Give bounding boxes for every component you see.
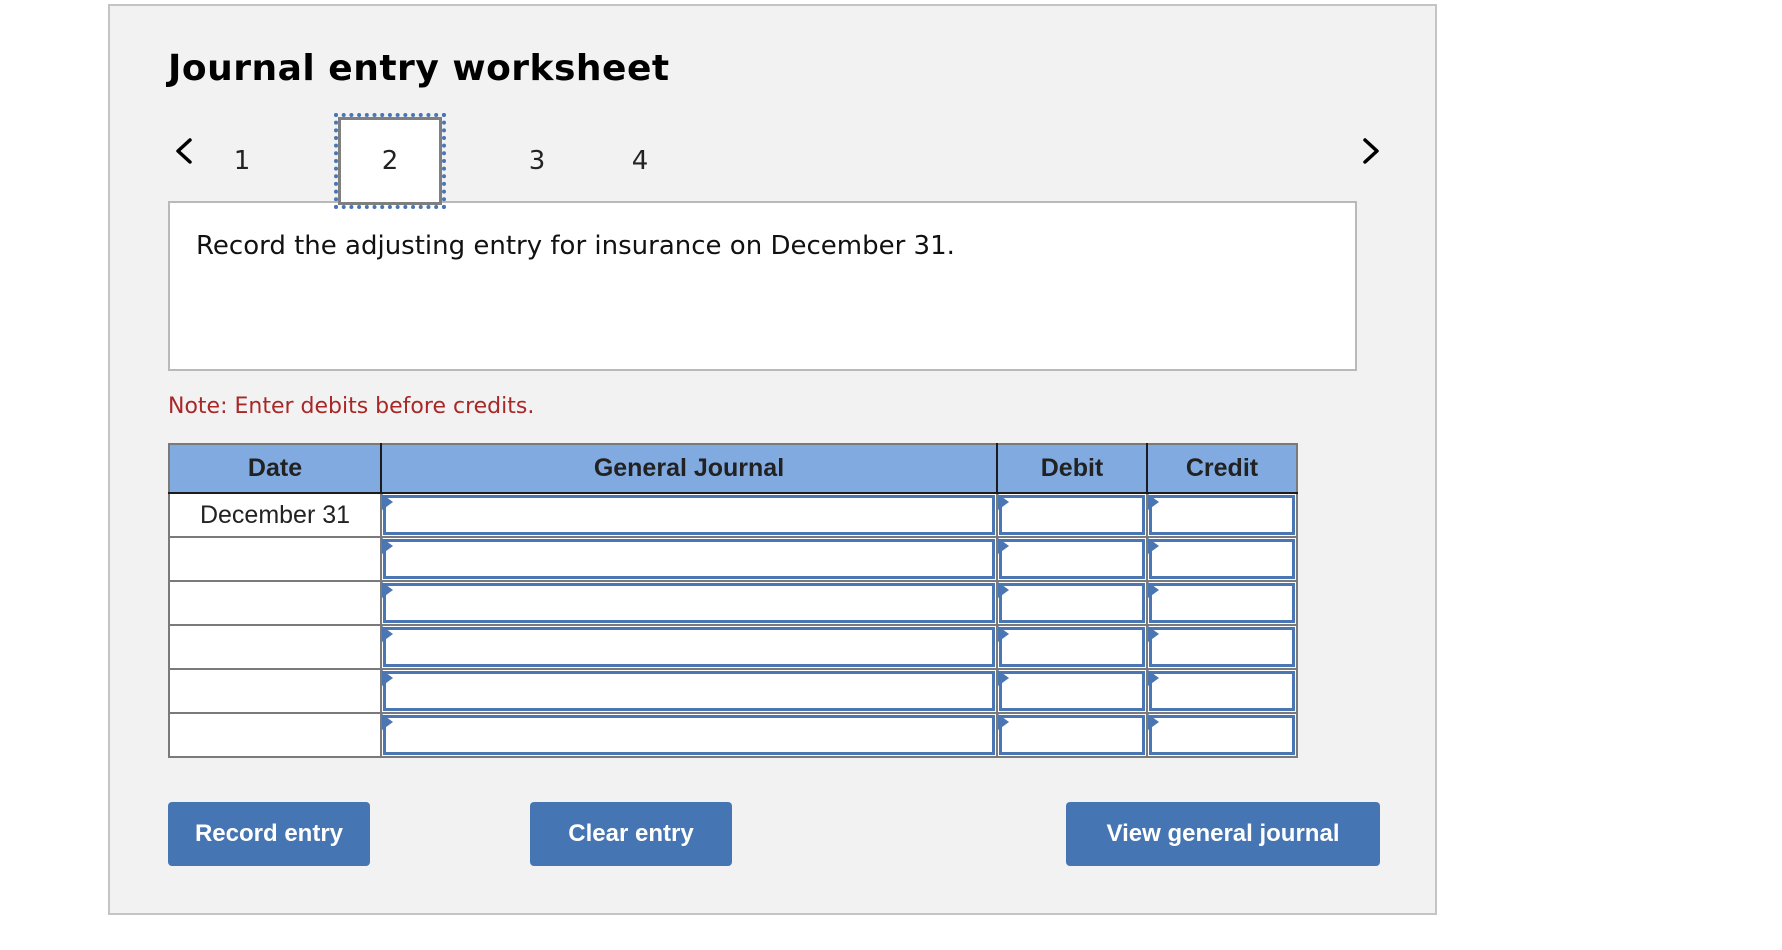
debit-input[interactable] <box>999 627 1145 667</box>
dropdown-flag-icon <box>1148 538 1159 554</box>
dropdown-flag-icon <box>1148 582 1159 598</box>
record-entry-button[interactable]: Record entry <box>168 802 370 866</box>
credit-cell <box>1146 712 1298 758</box>
account-select[interactable] <box>383 627 995 667</box>
table-row <box>168 580 1298 626</box>
journal-table: Date General Journal Debit Credit Decemb… <box>168 443 1298 758</box>
account-select[interactable] <box>383 539 995 579</box>
table-row <box>168 712 1298 758</box>
debit-cell <box>996 712 1148 758</box>
credit-input[interactable] <box>1149 583 1295 623</box>
table-header-row: Date General Journal Debit Credit <box>169 444 1297 494</box>
tab-3[interactable]: 3 <box>485 117 589 205</box>
debit-input[interactable] <box>999 539 1145 579</box>
dropdown-flag-icon <box>1148 714 1159 730</box>
debit-input[interactable] <box>999 715 1145 755</box>
dropdown-flag-icon <box>998 670 1009 686</box>
dropdown-flag-icon <box>998 626 1009 642</box>
view-general-journal-button[interactable]: View general journal <box>1066 802 1380 866</box>
date-cell <box>168 668 382 714</box>
debit-input[interactable] <box>999 671 1145 711</box>
date-cell <box>168 624 382 670</box>
credit-cell <box>1146 624 1298 670</box>
dropdown-flag-icon <box>998 714 1009 730</box>
dropdown-flag-icon <box>1148 494 1159 510</box>
dropdown-flag-icon <box>382 714 393 730</box>
date-cell: December 31 <box>168 492 382 538</box>
credit-cell <box>1146 536 1298 582</box>
debit-cell <box>996 536 1148 582</box>
debit-cell <box>996 668 1148 714</box>
date-cell <box>168 536 382 582</box>
date-cell <box>168 580 382 626</box>
tab-4[interactable]: 4 <box>588 117 692 205</box>
tab-1[interactable]: 1 <box>190 117 294 205</box>
prompt-text: Record the adjusting entry for insurance… <box>196 231 955 261</box>
credit-cell <box>1146 580 1298 626</box>
prompt-box: Record the adjusting entry for insurance… <box>168 201 1357 371</box>
dropdown-flag-icon <box>382 582 393 598</box>
credit-input[interactable] <box>1149 495 1295 535</box>
debit-cell <box>996 492 1148 538</box>
table-row <box>168 624 1298 670</box>
header-general-journal: General Journal <box>380 444 998 494</box>
dropdown-flag-icon <box>1148 626 1159 642</box>
credit-input[interactable] <box>1149 671 1295 711</box>
dropdown-flag-icon <box>998 494 1009 510</box>
header-credit: Credit <box>1146 444 1297 494</box>
credit-cell <box>1146 668 1298 714</box>
dropdown-flag-icon <box>998 582 1009 598</box>
credit-input[interactable] <box>1149 627 1295 667</box>
header-date: Date <box>169 444 382 494</box>
table-row: December 31 <box>168 492 1298 538</box>
debit-cell <box>996 580 1148 626</box>
dropdown-flag-icon <box>382 670 393 686</box>
page-title: Journal entry worksheet <box>168 48 670 89</box>
next-button[interactable] <box>1355 136 1385 166</box>
dropdown-flag-icon <box>382 538 393 554</box>
account-cell <box>380 668 998 714</box>
debit-cell <box>996 624 1148 670</box>
dropdown-flag-icon <box>1148 670 1159 686</box>
account-cell <box>380 492 998 538</box>
credit-cell <box>1146 492 1298 538</box>
tab-2[interactable]: 2 <box>334 113 446 209</box>
credit-input[interactable] <box>1149 539 1295 579</box>
header-debit: Debit <box>996 444 1148 494</box>
note-text: Note: Enter debits before credits. <box>168 394 535 419</box>
account-select[interactable] <box>383 495 995 535</box>
dropdown-flag-icon <box>382 626 393 642</box>
account-cell <box>380 580 998 626</box>
table-row <box>168 536 1298 582</box>
chevron-right-icon <box>1363 138 1379 164</box>
journal-worksheet-panel: Journal entry worksheet 1 2 3 4 Record t… <box>108 4 1437 915</box>
table-row <box>168 668 1298 714</box>
account-select[interactable] <box>383 715 995 755</box>
account-cell <box>380 624 998 670</box>
dropdown-flag-icon <box>998 538 1009 554</box>
account-select[interactable] <box>383 583 995 623</box>
debit-input[interactable] <box>999 495 1145 535</box>
clear-entry-button[interactable]: Clear entry <box>530 802 732 866</box>
date-cell <box>168 712 382 758</box>
account-select[interactable] <box>383 671 995 711</box>
account-cell <box>380 536 998 582</box>
debit-input[interactable] <box>999 583 1145 623</box>
dropdown-flag-icon <box>382 494 393 510</box>
credit-input[interactable] <box>1149 715 1295 755</box>
account-cell <box>380 712 998 758</box>
